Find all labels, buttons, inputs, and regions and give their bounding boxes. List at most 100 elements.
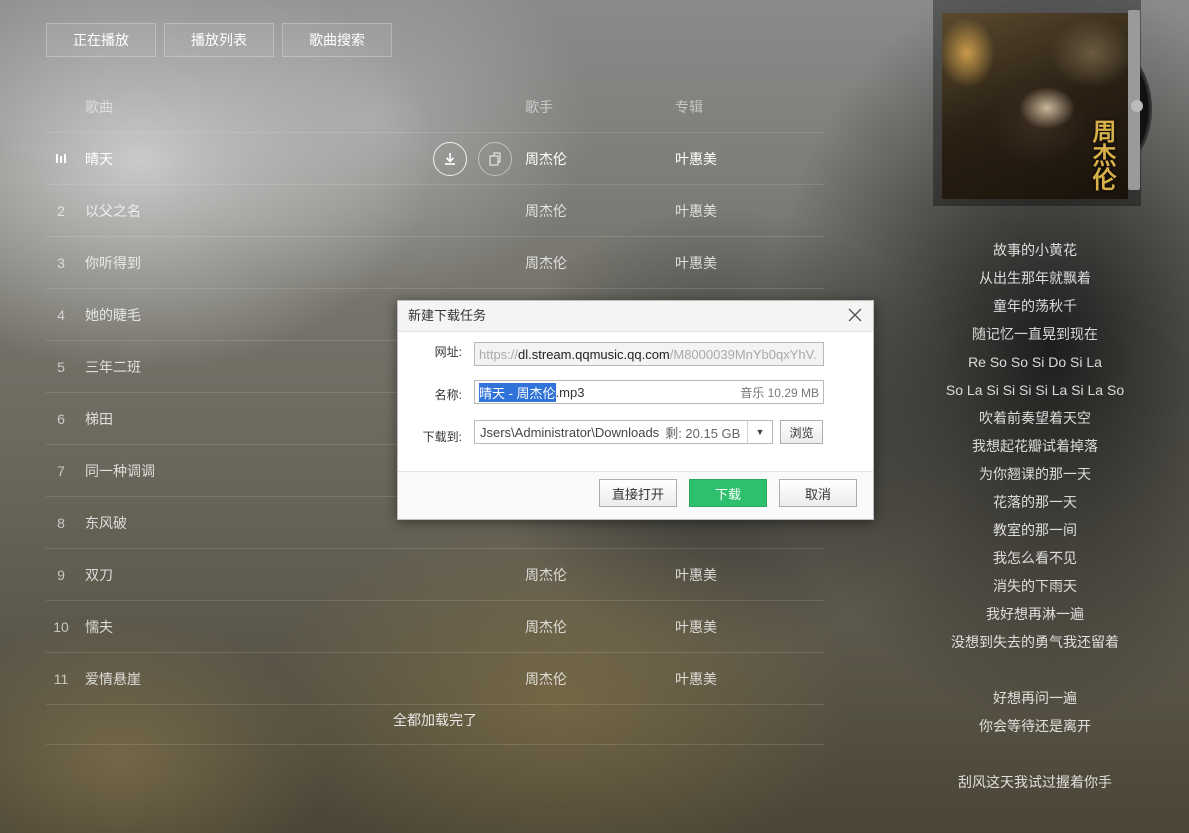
song-name[interactable]: 爱情悬崖 xyxy=(85,669,141,689)
url-host: dl.stream.qqmusic.qq.com xyxy=(518,346,670,362)
lyric-line: 随记忆一直晃到现在 xyxy=(972,326,1098,342)
song-number: 10 xyxy=(53,618,69,635)
filename-extension: .mp3 xyxy=(555,384,585,400)
lyric-line: 从出生那年就飘着 xyxy=(979,270,1091,286)
lyrics-panel: 故事的小黄花 从出生那年就飘着 童年的荡秋千 随记忆一直晃到现在 Re So S… xyxy=(935,236,1135,796)
lyric-line: 我想起花瓣试着掉落 xyxy=(972,438,1098,454)
dest-label: 下载到: xyxy=(422,430,462,444)
song-album[interactable]: 叶惠美 xyxy=(675,201,717,221)
close-icon[interactable] xyxy=(847,307,863,323)
lyric-line-blank xyxy=(935,740,1135,768)
song-number: 5 xyxy=(57,358,65,375)
lyric-line: 我怎么看不见 xyxy=(993,550,1077,566)
song-name[interactable]: 同一种调调 xyxy=(85,461,155,481)
song-name[interactable]: 晴天 xyxy=(85,149,113,169)
song-singer[interactable]: 周杰伦 xyxy=(525,149,567,169)
playing-indicator-icon xyxy=(46,154,76,163)
browse-button[interactable]: 浏览 xyxy=(780,420,823,444)
download-path-select[interactable]: Jsers\Administrator\Downloads 剩: 20.15 G… xyxy=(474,420,773,444)
dest-row: 下载到: xyxy=(398,428,462,445)
song-row[interactable]: 9 双刀 周杰伦 叶惠美 xyxy=(46,549,824,601)
song-album[interactable]: 叶惠美 xyxy=(675,565,717,585)
song-name[interactable]: 双刀 xyxy=(85,565,113,585)
song-album[interactable]: 叶惠美 xyxy=(675,149,717,169)
lyric-line: 童年的荡秋千 xyxy=(993,298,1077,314)
song-row[interactable]: 晴天 周杰伦 叶惠美 xyxy=(46,133,824,185)
file-size: 音乐 10.29 MB xyxy=(740,385,819,400)
song-number: 2 xyxy=(57,202,65,219)
name-row: 名称: xyxy=(398,386,462,403)
lyric-line: 故事的小黄花 xyxy=(993,242,1077,258)
song-album[interactable]: 叶惠美 xyxy=(675,253,717,273)
row-actions xyxy=(433,141,512,176)
song-list-header: 歌曲 歌手 专辑 xyxy=(46,82,824,133)
lyric-line: 没想到失去的勇气我还留着 xyxy=(951,634,1119,650)
song-album[interactable]: 叶惠美 xyxy=(675,669,717,689)
album-cover-logo: 周杰伦 xyxy=(1088,119,1117,191)
song-name[interactable]: 她的睫毛 xyxy=(85,305,141,325)
dialog-titlebar: 新建下载任务 xyxy=(398,301,873,332)
lyric-line: 我好想再淋一遍 xyxy=(986,606,1084,622)
song-number: 3 xyxy=(57,254,65,271)
song-number: 7 xyxy=(57,462,65,479)
lyric-line-blank xyxy=(935,656,1135,684)
song-number: 9 xyxy=(57,566,65,583)
tab-playlist[interactable]: 播放列表 xyxy=(164,23,274,57)
filename-field[interactable]: 晴天 - 周杰伦 .mp3 音乐 10.29 MB xyxy=(474,380,824,404)
song-row[interactable]: 10 懦夫 周杰伦 叶惠美 xyxy=(46,601,824,653)
all-loaded-text: 全都加载完了 xyxy=(46,698,824,745)
download-icon[interactable] xyxy=(433,141,467,176)
song-name[interactable]: 你听得到 xyxy=(85,253,141,273)
song-number: 11 xyxy=(53,670,69,687)
song-name[interactable]: 懦夫 xyxy=(85,617,113,637)
lyric-line: 教室的那一间 xyxy=(993,522,1077,538)
song-name[interactable]: 三年二班 xyxy=(85,357,141,377)
album-cover: 周杰伦 xyxy=(942,13,1128,199)
lyric-line: So La Si Si Si Si La Si La So xyxy=(945,382,1125,398)
chevron-down-icon[interactable]: ▼ xyxy=(747,421,772,443)
song-number: 6 xyxy=(57,410,65,427)
url-rest: /M8000039MnYb0qxYhV. xyxy=(669,346,817,362)
lyric-line: 为你翘课的那一天 xyxy=(979,466,1091,482)
song-name[interactable]: 东风破 xyxy=(85,513,127,533)
song-singer[interactable]: 周杰伦 xyxy=(525,565,567,585)
header-song: 歌曲 xyxy=(85,99,113,115)
open-directly-button[interactable]: 直接打开 xyxy=(599,479,677,507)
url-row: 网址: xyxy=(398,343,462,360)
url-label: 网址: xyxy=(434,345,462,359)
cancel-button[interactable]: 取消 xyxy=(779,479,857,507)
song-singer[interactable]: 周杰伦 xyxy=(525,201,567,221)
name-label: 名称: xyxy=(434,388,462,402)
song-singer[interactable]: 周杰伦 xyxy=(525,253,567,273)
header-singer: 歌手 xyxy=(525,99,553,115)
top-tabs: 正在播放 播放列表 歌曲搜索 xyxy=(46,23,392,57)
song-album[interactable]: 叶惠美 xyxy=(675,617,717,637)
free-space: 剩: 20.15 GB xyxy=(665,425,741,441)
song-row[interactable]: 3 你听得到 周杰伦 叶惠美 xyxy=(46,237,824,289)
lyric-line: 好想再问一遍 xyxy=(993,690,1077,706)
song-row[interactable]: 2 以父之名 周杰伦 叶惠美 xyxy=(46,185,824,237)
song-number: 4 xyxy=(57,306,65,323)
url-prefix: https:// xyxy=(479,346,519,362)
share-icon[interactable] xyxy=(478,141,512,176)
song-singer[interactable]: 周杰伦 xyxy=(525,617,567,637)
song-number: 8 xyxy=(57,514,65,531)
tab-now-playing[interactable]: 正在播放 xyxy=(46,23,156,57)
song-name[interactable]: 以父之名 xyxy=(85,201,141,221)
dialog-title: 新建下载任务 xyxy=(408,308,487,323)
lyric-line: 刮风这天我试过握着你手 xyxy=(958,774,1112,790)
new-download-dialog: 新建下载任务 网址: https://dl.stream.qqmusic.qq.… xyxy=(397,300,874,520)
header-album: 专辑 xyxy=(675,99,703,115)
song-name[interactable]: 梯田 xyxy=(85,409,113,429)
song-singer[interactable]: 周杰伦 xyxy=(525,669,567,689)
lyric-line: 你会等待还是离开 xyxy=(979,718,1091,734)
tab-song-search[interactable]: 歌曲搜索 xyxy=(282,23,392,57)
dialog-footer: 直接打开 下载 取消 xyxy=(398,471,873,519)
download-button[interactable]: 下载 xyxy=(689,479,767,507)
lyric-line: 花落的那一天 xyxy=(993,494,1077,510)
url-field[interactable]: https://dl.stream.qqmusic.qq.com/M800003… xyxy=(474,342,824,366)
download-path: Jsers\Administrator\Downloads xyxy=(480,424,660,440)
filename-selected-text: 晴天 - 周杰伦 xyxy=(479,382,556,402)
lyric-line: Re So So Si Do Si La xyxy=(968,354,1102,370)
lyric-line: 消失的下雨天 xyxy=(993,578,1077,594)
